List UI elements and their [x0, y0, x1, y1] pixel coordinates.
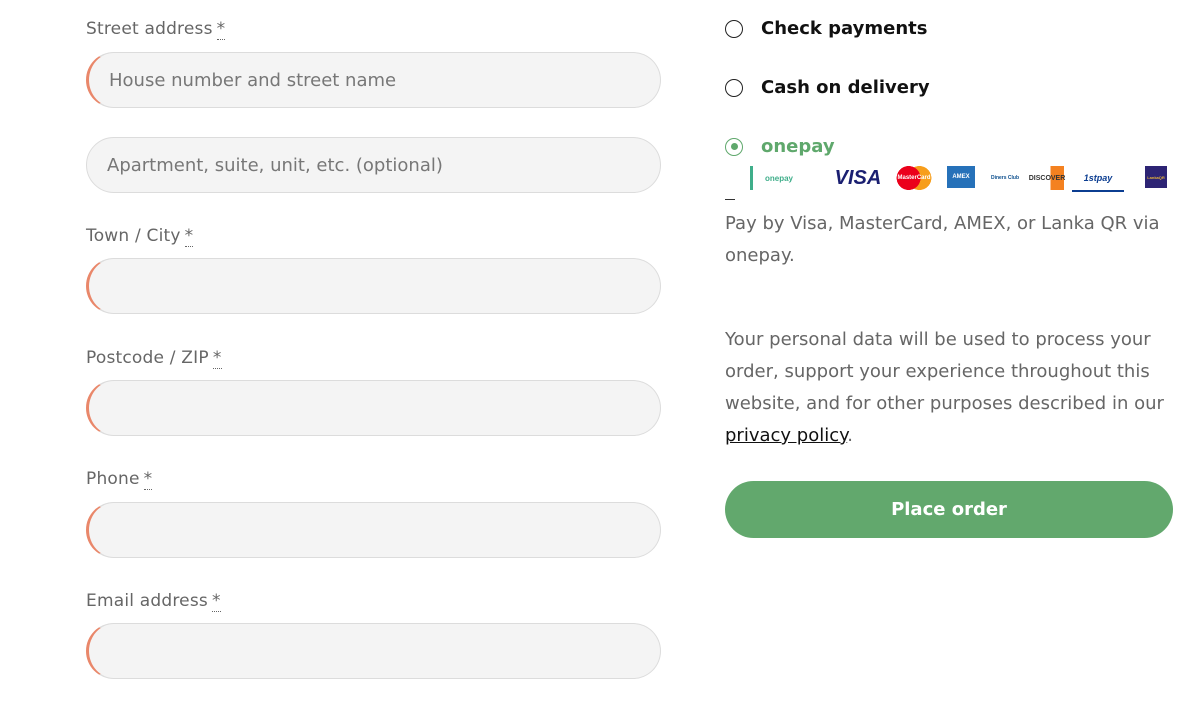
lanka-qr-logo: LankaQR [1145, 166, 1167, 188]
1stpay-logo: 1stpay [1072, 166, 1124, 192]
required-mark: * [216, 19, 226, 40]
phone-input[interactable] [86, 502, 661, 558]
email-label: Email address * [86, 591, 221, 612]
apartment-input[interactable] [86, 137, 661, 193]
privacy-text-end: . [847, 425, 853, 446]
street-address-label-text: Street address [86, 19, 213, 39]
postcode-label: Postcode / ZIP * [86, 348, 222, 369]
required-mark: * [143, 469, 153, 490]
street-address-label: Street address * [86, 19, 226, 40]
radio-dot [730, 143, 738, 150]
amex-logo: AMEX [947, 166, 975, 188]
radio-button-checked[interactable] [725, 137, 743, 156]
email-input[interactable] [86, 623, 661, 679]
payment-option-onepay[interactable]: onepay [725, 136, 835, 157]
city-label-text: Town / City [86, 226, 181, 246]
email-label-text: Email address [86, 591, 208, 611]
payment-option-label: onepay [761, 136, 835, 157]
discover-logo: DISCOVER [1029, 166, 1065, 190]
payment-option-check[interactable]: Check payments [725, 18, 927, 39]
required-mark: * [211, 591, 221, 612]
payment-option-cod[interactable]: Cash on delivery [725, 77, 930, 98]
required-mark: * [184, 226, 194, 247]
payment-option-label: Cash on delivery [761, 77, 930, 98]
privacy-text: Your personal data will be used to proce… [725, 329, 1164, 414]
phone-label: Phone * [86, 469, 153, 490]
postcode-label-text: Postcode / ZIP [86, 348, 209, 368]
radio-button[interactable] [725, 78, 743, 97]
street-address-input[interactable] [86, 52, 661, 108]
required-mark: * [212, 348, 222, 369]
city-input[interactable] [86, 258, 661, 314]
mastercard-logo: MasterCard [896, 166, 932, 190]
visa-logo: VISA [834, 166, 882, 189]
privacy-notice: Your personal data will be used to proce… [725, 324, 1165, 452]
privacy-policy-link[interactable]: privacy policy [725, 425, 847, 446]
city-label: Town / City * [86, 226, 194, 247]
payment-logos: onepay VISA MasterCard AMEX Diners Club … [750, 166, 1170, 192]
payment-option-label: Check payments [761, 18, 928, 39]
radio-button[interactable] [725, 19, 743, 38]
postcode-input[interactable] [86, 380, 661, 436]
onepay-description: Pay by Visa, MasterCard, AMEX, or Lanka … [725, 213, 1160, 266]
onepay-logo: onepay [750, 166, 805, 190]
diners-club-logo: Diners Club [990, 175, 1020, 181]
phone-label-text: Phone [86, 469, 140, 489]
place-order-button[interactable]: Place order [725, 481, 1173, 538]
divider [725, 199, 735, 200]
